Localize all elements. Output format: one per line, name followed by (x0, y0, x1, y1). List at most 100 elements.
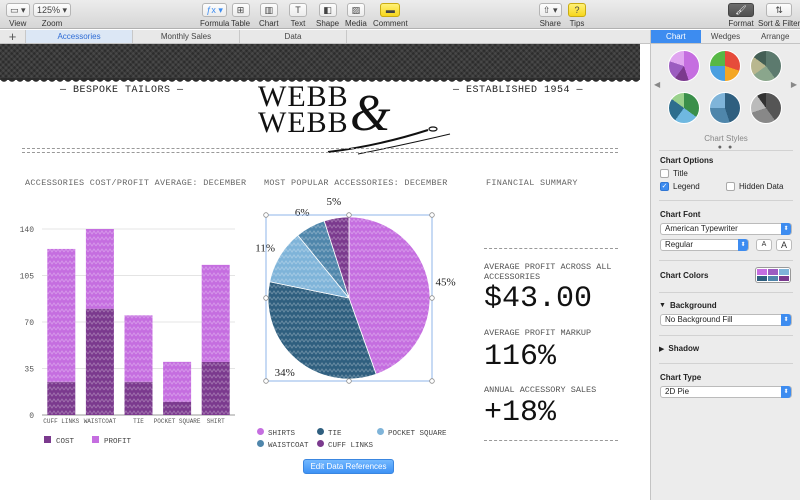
sheet-tabs: + Accessories Monthly Sales Data (0, 30, 650, 44)
share-icon: ⇧ ▾ (539, 3, 562, 17)
bar-texture (163, 401, 192, 415)
chart-button[interactable]: ▥ Chart (259, 3, 279, 28)
text-icon: T (289, 3, 307, 17)
y-tick-label: 35 (24, 366, 34, 375)
bar-chart-legend: COST PROFIT (44, 436, 131, 446)
chart-colors-swatch[interactable] (755, 267, 791, 283)
chevron-updown-icon: ⬍ (781, 386, 791, 398)
chart-type-select[interactable]: 2D Pie ⬍ (660, 386, 792, 398)
font-style-select[interactable]: Regular ⬍ (660, 239, 749, 251)
media-button[interactable]: ▨ Media (345, 3, 367, 28)
tab-data[interactable]: Data (240, 30, 347, 43)
tab-chart[interactable]: Chart (651, 30, 701, 43)
resize-handle[interactable] (429, 295, 435, 301)
summary-divider-2 (484, 440, 618, 441)
pie-chart[interactable]: 45% 34% 11% 6% 5% (255, 196, 456, 384)
stat-label-avg-profit: AVERAGE PROFIT ACROSS ALL ACCESSORIES (484, 262, 612, 282)
pie-data-label: 5% (326, 196, 341, 208)
resize-handle[interactable] (263, 212, 269, 218)
add-sheet-button[interactable]: + (0, 30, 26, 43)
decrease-font-button[interactable]: A (756, 239, 772, 251)
text-button[interactable]: T Text (289, 3, 307, 28)
chart-style-1[interactable] (668, 50, 700, 82)
table-button[interactable]: ⊞ Table (231, 3, 250, 28)
formula-icon: ƒx ▾ (202, 3, 227, 17)
chart-options-heading: Chart Options (660, 156, 714, 165)
chevron-updown-icon: ⬍ (738, 239, 748, 251)
tips-icon: ? (568, 3, 586, 17)
edit-data-references-button[interactable]: Edit Data References (303, 459, 394, 474)
stat-value-markup: 116% (484, 340, 557, 374)
shadow-section[interactable]: ▶ Shadow (659, 344, 699, 353)
chart-style-4[interactable] (668, 92, 700, 124)
sidebar-divider (659, 292, 793, 293)
sidebar-divider (659, 200, 793, 201)
sidebar-divider (659, 260, 793, 261)
pie-data-label: 6% (295, 207, 310, 219)
chart-style-5[interactable] (709, 92, 741, 124)
chevron-right-icon[interactable]: ▶ (791, 80, 797, 89)
formula-button[interactable]: ƒx ▾ Formula (200, 3, 229, 28)
chart-colors-heading: Chart Colors (660, 271, 709, 280)
view-icon: ▭ ▾ (6, 3, 30, 17)
x-tick-label: CUFF LINKS (43, 418, 79, 425)
chevron-left-icon[interactable]: ◀ (654, 80, 660, 89)
resize-handle[interactable] (429, 378, 435, 384)
view-button[interactable]: ▭ ▾ View (6, 3, 30, 28)
resize-handle[interactable] (346, 212, 352, 218)
share-button[interactable]: ⇧ ▾ Share (539, 3, 562, 28)
media-icon: ▨ (346, 3, 365, 17)
x-tick-label: POCKET SQUARE (154, 418, 201, 425)
legend-swatch-cost (44, 436, 51, 443)
pie-chart-legend: SHIRTS TIE POCKET SQUARE WAISTCOAT CUFF … (257, 428, 467, 450)
format-button[interactable]: 🖌 Format (728, 3, 754, 28)
tips-button[interactable]: ? Tips (568, 3, 586, 28)
sidebar-divider (659, 150, 793, 151)
comment-icon: ▬ (380, 3, 401, 17)
triangle-down-icon: ▼ (659, 302, 666, 309)
chevron-updown-icon: ⬍ (781, 223, 791, 235)
sort-filter-button[interactable]: ⇅ Sort & Filter (758, 3, 800, 28)
zoom-control[interactable]: 125% ▾ Zoom (33, 3, 72, 28)
resize-handle[interactable] (346, 378, 352, 384)
chart-type-heading: Chart Type (660, 373, 702, 382)
chart-style-3[interactable] (750, 50, 782, 82)
background-section[interactable]: ▼ Background (659, 301, 717, 310)
chart-style-6[interactable] (750, 92, 782, 124)
background-select[interactable]: No Background Fill ⬍ (660, 314, 792, 326)
bar-texture (163, 361, 192, 402)
checkbox-box (726, 182, 735, 191)
zoom-select[interactable]: 125% ▾ (33, 3, 72, 17)
title-checkbox[interactable]: Title (660, 169, 688, 178)
shape-button[interactable]: ◧ Shape (316, 3, 339, 28)
chart-font-heading: Chart Font (660, 210, 701, 219)
tab-wedges[interactable]: Wedges (701, 30, 751, 43)
shape-icon: ◧ (318, 3, 337, 17)
y-tick-label: 105 (20, 273, 35, 282)
resize-handle[interactable] (263, 295, 269, 301)
bar-texture (124, 315, 153, 382)
checkbox-box (660, 169, 669, 178)
pie-data-label: 11% (255, 242, 275, 254)
triangle-right-icon: ▶ (659, 345, 665, 353)
tab-accessories[interactable]: Accessories (26, 30, 133, 43)
bar-texture (85, 308, 114, 415)
chart-style-2[interactable] (709, 50, 741, 82)
legend-checkbox[interactable]: ✓ Legend (660, 182, 700, 191)
increase-font-button[interactable]: A (776, 239, 792, 251)
x-tick-label: SHIRT (207, 418, 225, 425)
bar-chart[interactable] (47, 229, 230, 415)
tab-arrange[interactable]: Arrange (750, 30, 800, 43)
y-tick-label: 0 (29, 412, 34, 421)
comment-button[interactable]: ▬ Comment (373, 3, 408, 28)
resize-handle[interactable] (429, 212, 435, 218)
tab-monthly-sales[interactable]: Monthly Sales (133, 30, 240, 43)
stat-label-annual-sales: ANNUAL ACCESSORY SALES (484, 385, 597, 395)
font-name-select[interactable]: American Typewriter ⬍ (660, 223, 792, 235)
summary-divider-1 (484, 248, 618, 249)
stat-value-annual-sales: +18% (484, 396, 557, 430)
resize-handle[interactable] (263, 378, 269, 384)
paintbrush-icon: 🖌 (728, 3, 754, 17)
sidebar-divider (659, 363, 793, 364)
hidden-data-checkbox[interactable]: Hidden Data (726, 182, 783, 191)
